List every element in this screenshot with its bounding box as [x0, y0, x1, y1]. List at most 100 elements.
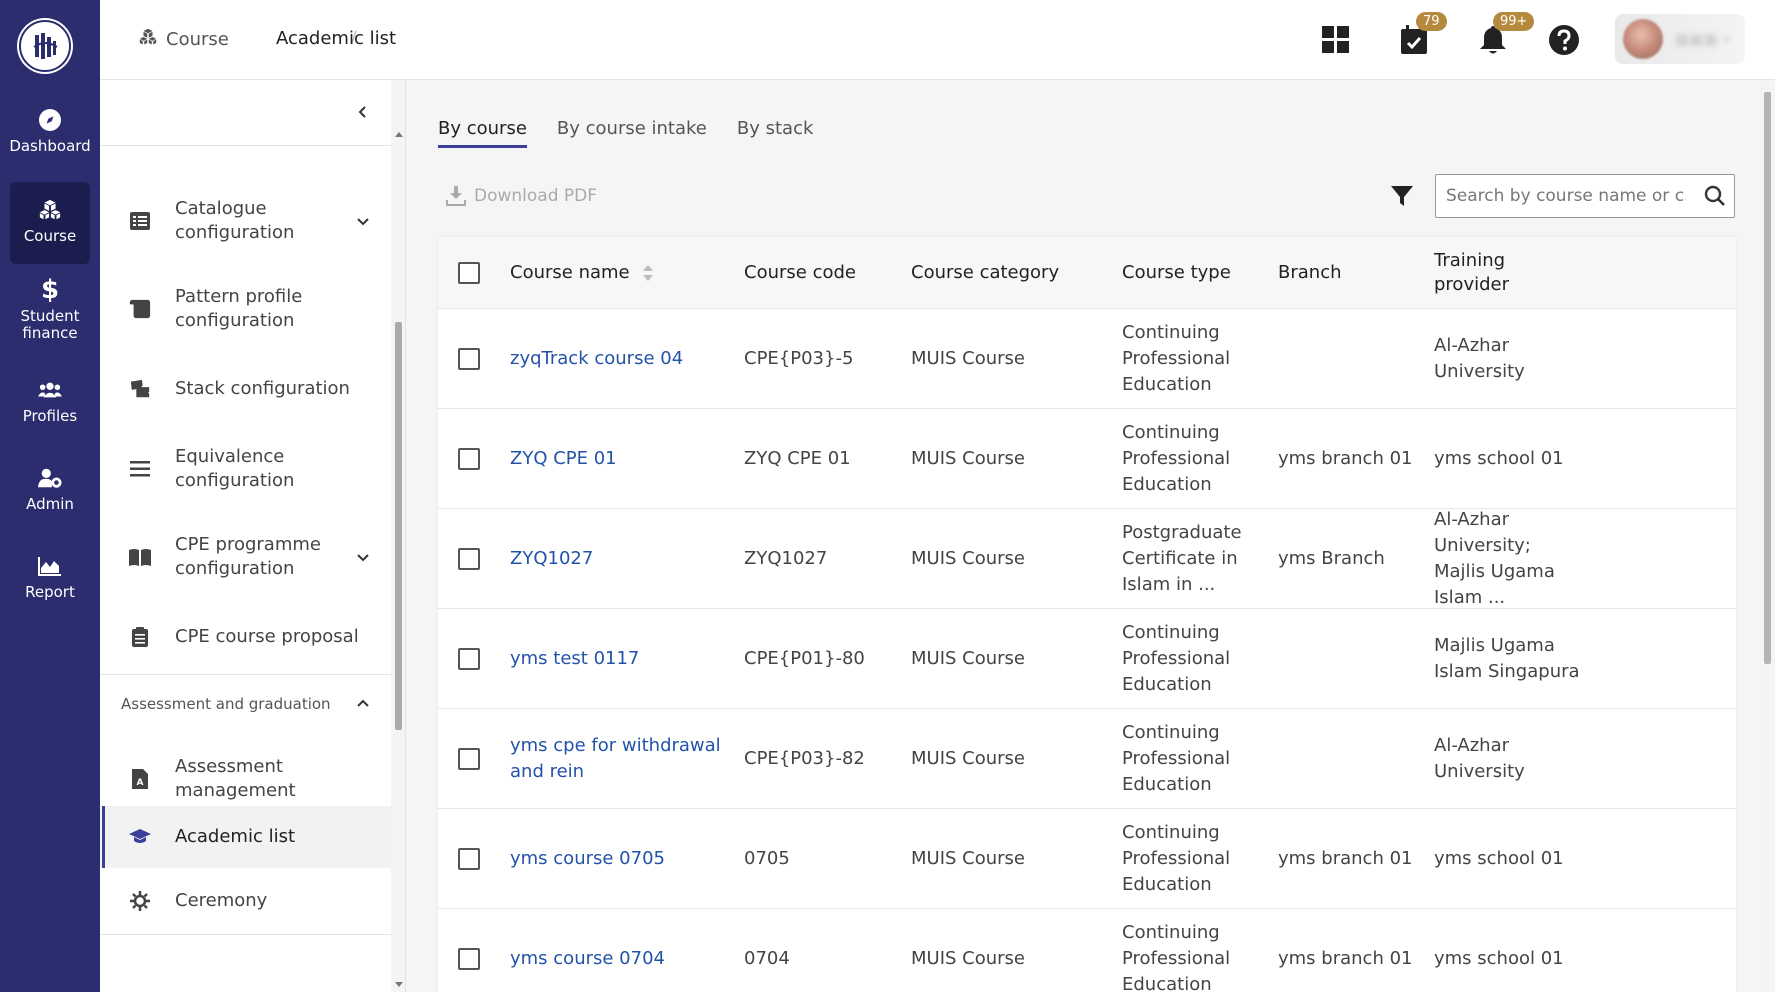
sidemenu-divider: [100, 934, 391, 935]
scroll-down-arrow[interactable]: [395, 982, 403, 987]
branch-cell: [1278, 609, 1418, 709]
row-checkbox[interactable]: [458, 748, 480, 770]
branch-cell: yms branch 01: [1278, 848, 1413, 869]
apps-grid-button[interactable]: [1316, 20, 1356, 60]
download-pdf-button[interactable]: Download PDF: [446, 186, 597, 206]
nav-admin[interactable]: Admin: [10, 466, 90, 526]
column-header-training-provider: Training provider: [1434, 250, 1509, 295]
chevron-down-icon: [357, 554, 369, 562]
sidemenu-item-catalogue-configuration[interactable]: Catalogue configuration: [100, 178, 391, 264]
nav-course[interactable]: Course: [10, 182, 90, 264]
sidemenu-item-label: Academic list: [175, 826, 296, 847]
nav-dashboard[interactable]: Dashboard: [9, 108, 91, 172]
user-menu[interactable]: ■■■ ▾: [1615, 14, 1745, 64]
table-row: ZYQ1027 ZYQ1027 MUIS Course Postgraduate…: [438, 509, 1736, 609]
nav-student-finance[interactable]: $ Student finance: [10, 277, 90, 348]
course-code-cell: ZYQ CPE 01: [744, 448, 851, 469]
sidemenu-item-pattern-profile-configuration[interactable]: Pattern profile configuration: [100, 264, 391, 354]
user-name-blurred: ■■■ ▾: [1675, 30, 1730, 48]
sort-icon: [642, 265, 653, 281]
tab-by-course[interactable]: By course: [438, 118, 527, 148]
course-code-cell: CPE{P03}-82: [744, 748, 865, 769]
sidemenu-item-stack-configuration[interactable]: Stack configuration: [100, 354, 391, 424]
row-checkbox[interactable]: [458, 448, 480, 470]
course-category-cell: MUIS Course: [911, 948, 1026, 969]
training-provider-cell: yms school 01: [1434, 448, 1564, 469]
sidemenu-item-academic-list[interactable]: Academic list: [100, 806, 391, 868]
column-header-branch: Branch: [1278, 262, 1342, 283]
nav-label: Profiles: [22, 407, 78, 425]
nav-report[interactable]: Report: [10, 554, 90, 614]
sidemenu-item-cpe-course-proposal[interactable]: CPE course proposal: [100, 600, 391, 674]
column-header-course-code: Course code: [744, 262, 856, 283]
column-header-course-name[interactable]: Course name: [510, 237, 654, 309]
list-alt-icon: [129, 210, 151, 232]
sidemenu-item-label: CPE programme configuration: [175, 534, 321, 579]
row-checkbox[interactable]: [458, 348, 480, 370]
select-all-checkbox[interactable]: [458, 262, 480, 284]
top-bar: Course / Academic list 79 99+ ■■■ ▾: [100, 0, 1775, 80]
main-scroll-thumb[interactable]: [1764, 92, 1771, 664]
branch-cell: yms branch 01: [1278, 448, 1413, 469]
user-gear-icon: [38, 466, 62, 490]
search-icon[interactable]: [1704, 185, 1726, 207]
course-name-link[interactable]: yms course 0705: [510, 809, 730, 909]
file-a-icon: A: [129, 768, 151, 790]
main-scrollbar[interactable]: [1760, 80, 1775, 992]
calendar-tasks-button[interactable]: 79: [1394, 12, 1447, 60]
book-open-icon: [129, 546, 151, 568]
nav-label: Report: [25, 583, 75, 601]
training-provider-cell: yms school 01: [1434, 848, 1564, 869]
branch-cell: yms branch 01: [1278, 948, 1413, 969]
sidemenu-section-assessment-and-graduation[interactable]: Assessment and graduation: [100, 674, 391, 734]
sidemenu-scrollbar[interactable]: [391, 80, 405, 992]
logo-icon: [33, 33, 58, 59]
row-checkbox[interactable]: [458, 848, 480, 870]
breadcrumb-parent[interactable]: Course: [138, 28, 229, 51]
course-name-link[interactable]: ZYQ1027: [510, 509, 730, 609]
collapse-menu-button[interactable]: [100, 80, 391, 146]
app-logo[interactable]: [19, 20, 71, 72]
nav-label: Student finance: [20, 307, 80, 342]
filter-button[interactable]: [1390, 184, 1418, 212]
sidemenu-item-cpe-programme-configuration[interactable]: CPE programme configuration: [100, 514, 391, 600]
table-row: yms test 0117 CPE{P01}-80 MUIS Course Co…: [438, 609, 1736, 709]
course-name-link[interactable]: zyqTrack course 04: [510, 309, 730, 409]
table-row: ZYQ CPE 01 ZYQ CPE 01 MUIS Course Contin…: [438, 409, 1736, 509]
row-checkbox[interactable]: [458, 548, 480, 570]
chevron-down-icon: [357, 218, 369, 226]
clipboard-icon: [129, 626, 151, 648]
help-button[interactable]: [1544, 20, 1584, 60]
tab-by-course-intake[interactable]: By course intake: [557, 118, 707, 148]
course-type-cell: Continuing Professional Education: [1122, 422, 1231, 495]
course-name-link[interactable]: yms cpe for withdrawal and rein: [510, 709, 730, 809]
course-name-link[interactable]: yms course 0704: [510, 909, 730, 992]
sidemenu-item-label: Assessment management: [175, 756, 296, 801]
tab-by-stack[interactable]: By stack: [737, 118, 814, 148]
area-chart-icon: [38, 554, 62, 578]
table-header: Course name Course code Course category …: [438, 237, 1736, 309]
view-tabs: By course By course intake By stack: [438, 118, 843, 148]
cubes-icon: [38, 198, 62, 222]
download-icon: [446, 186, 466, 206]
training-provider-cell: yms school 01: [1434, 948, 1564, 969]
sidemenu-item-ceremony[interactable]: Ceremony: [100, 868, 391, 934]
course-name-link[interactable]: yms test 0117: [510, 609, 730, 709]
nav-profiles[interactable]: Profiles: [10, 378, 90, 438]
scroll-up-arrow[interactable]: [395, 132, 403, 137]
row-checkbox[interactable]: [458, 648, 480, 670]
course-name-link[interactable]: ZYQ CPE 01: [510, 409, 730, 509]
users-icon: [38, 378, 62, 402]
course-type-cell: Postgraduate Certificate in Islam in ...: [1122, 522, 1242, 595]
row-checkbox[interactable]: [458, 948, 480, 970]
column-header-course-category: Course category: [911, 262, 1060, 283]
course-category-cell: MUIS Course: [911, 348, 1026, 369]
notifications-button[interactable]: 99+: [1473, 12, 1535, 60]
course-type-cell: Continuing Professional Education: [1122, 822, 1231, 895]
search-input[interactable]: [1446, 183, 1686, 209]
course-category-cell: MUIS Course: [911, 848, 1026, 869]
sidemenu-scroll-thumb[interactable]: [395, 322, 402, 730]
svg-text:A: A: [137, 778, 144, 788]
sidemenu-item-equivalence-configuration[interactable]: Equivalence configuration: [100, 424, 391, 514]
avatar: [1623, 19, 1663, 59]
